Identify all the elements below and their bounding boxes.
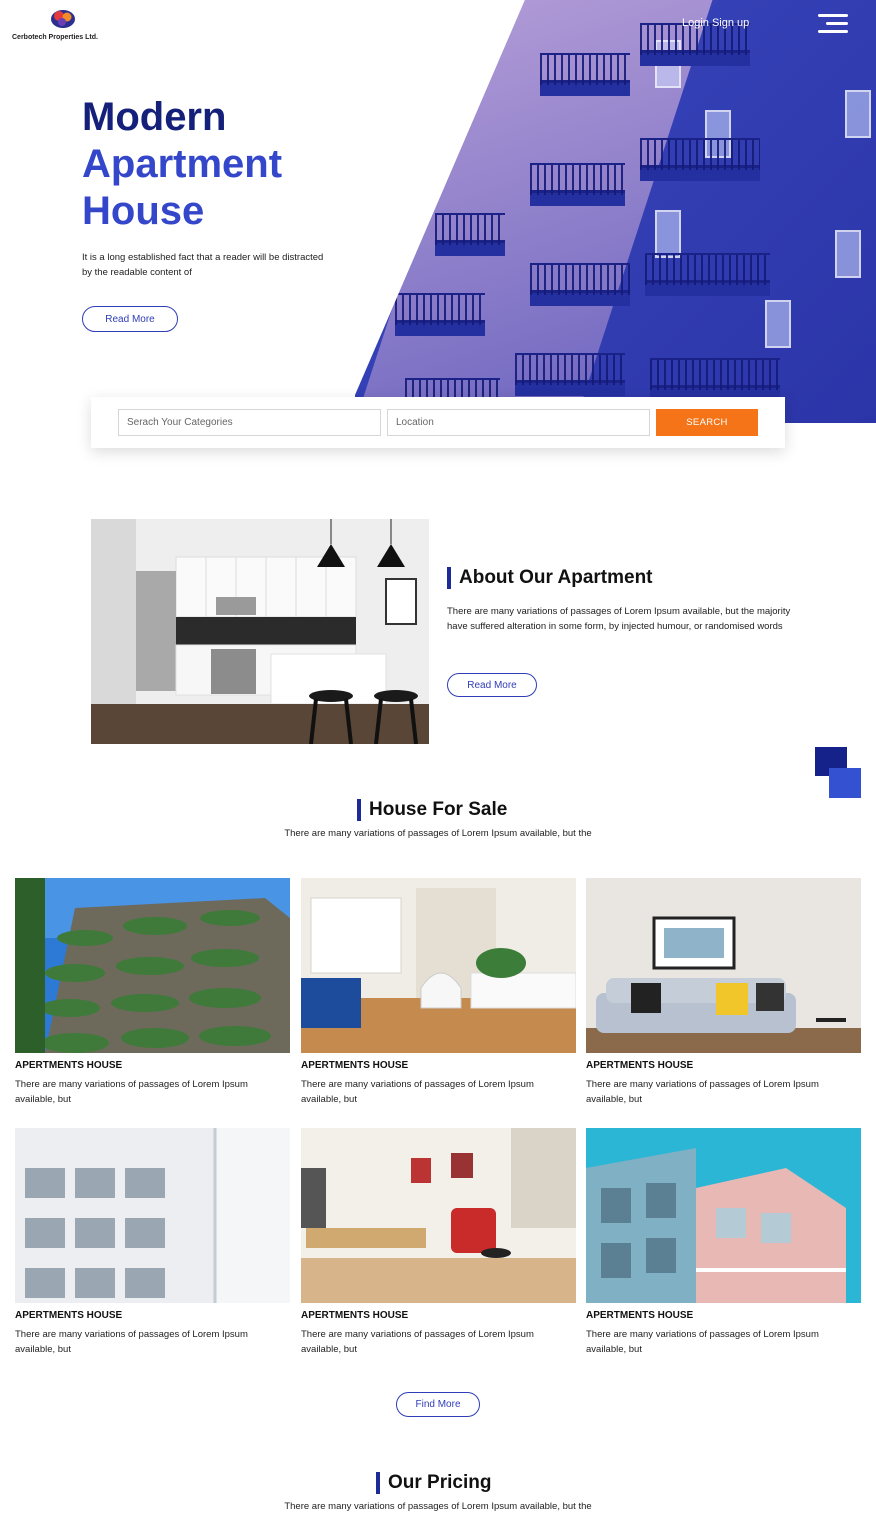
property-title: APERTMENTS HOUSE — [301, 1310, 409, 1321]
balcony — [640, 23, 750, 66]
property-card[interactable]: APERTMENTS HOUSE There are many variatio… — [301, 878, 576, 1113]
about-read-more-button[interactable]: Read More — [447, 673, 537, 697]
kitchen-image — [91, 519, 429, 744]
pricing-subtitle: There are many variations of passages of… — [284, 1501, 592, 1512]
balcony — [395, 293, 485, 336]
balcony — [645, 253, 770, 296]
hero-title-line2: Apartment — [82, 142, 283, 186]
brand-logo[interactable]: Cerbotech Properties Ltd. — [12, 8, 122, 44]
hero-title-line1: Modern — [82, 95, 227, 139]
house-for-sale-heading: House For Sale — [357, 799, 507, 821]
hero-title: Modern Apartment House — [82, 94, 282, 235]
balcony — [515, 353, 625, 396]
property-card[interactable]: APERTMENTS HOUSE There are many variatio… — [15, 878, 290, 1113]
search-button[interactable]: SEARCH — [656, 409, 758, 436]
property-title: APERTMENTS HOUSE — [586, 1060, 694, 1071]
find-more-button[interactable]: Find More — [396, 1392, 480, 1417]
balcony — [530, 163, 625, 206]
property-image — [15, 878, 290, 1053]
property-description: There are many variations of passages of… — [586, 1329, 819, 1355]
location-input[interactable]: Location — [387, 409, 650, 436]
search-bar: Serach Your Categories Location SEARCH — [91, 397, 785, 448]
building-window — [765, 300, 791, 348]
building-window — [835, 230, 861, 278]
property-description: There are many variations of passages of… — [15, 1329, 248, 1355]
property-description: There are many variations of passages of… — [586, 1079, 819, 1105]
property-title: APERTMENTS HOUSE — [15, 1060, 123, 1071]
login-signup-link[interactable]: Login Sign up — [682, 17, 749, 29]
house-for-sale-subtitle: There are many variations of passages of… — [284, 828, 592, 839]
decorative-square — [829, 768, 861, 798]
property-title: APERTMENTS HOUSE — [586, 1310, 694, 1321]
property-description: There are many variations of passages of… — [301, 1079, 534, 1105]
pricing-heading: Our Pricing — [376, 1472, 491, 1494]
hero-read-more-button[interactable]: Read More — [82, 306, 178, 332]
property-image — [301, 1128, 576, 1303]
property-description: There are many variations of passages of… — [15, 1079, 248, 1105]
about-heading: About Our Apartment — [447, 567, 653, 589]
property-card[interactable]: APERTMENTS HOUSE There are many variatio… — [586, 1128, 861, 1363]
property-card[interactable]: APERTMENTS HOUSE There are many variatio… — [586, 878, 861, 1113]
category-search-input[interactable]: Serach Your Categories — [118, 409, 381, 436]
about-description: There are many variations of passages of… — [447, 606, 791, 632]
property-title: APERTMENTS HOUSE — [15, 1310, 123, 1321]
balcony — [640, 138, 760, 181]
property-card[interactable]: APERTMENTS HOUSE There are many variatio… — [15, 1128, 290, 1363]
balcony — [540, 53, 630, 96]
hero-title-line3: House — [82, 189, 205, 233]
balcony — [435, 213, 505, 256]
property-image — [15, 1128, 290, 1303]
property-image — [586, 1128, 861, 1303]
balcony — [530, 263, 630, 306]
menu-icon[interactable] — [818, 14, 848, 34]
property-description: There are many variations of passages of… — [301, 1329, 534, 1355]
building-window — [655, 210, 681, 258]
property-title: APERTMENTS HOUSE — [301, 1060, 409, 1071]
brand-name: Cerbotech Properties Ltd. — [12, 34, 98, 41]
property-card[interactable]: APERTMENTS HOUSE There are many variatio… — [301, 1128, 576, 1363]
hero-description: It is a long established fact that a rea… — [82, 252, 324, 278]
property-image — [301, 878, 576, 1053]
logo-icon — [51, 10, 75, 28]
property-image — [586, 878, 861, 1053]
hero-building-image — [355, 0, 876, 423]
building-window — [845, 90, 871, 138]
